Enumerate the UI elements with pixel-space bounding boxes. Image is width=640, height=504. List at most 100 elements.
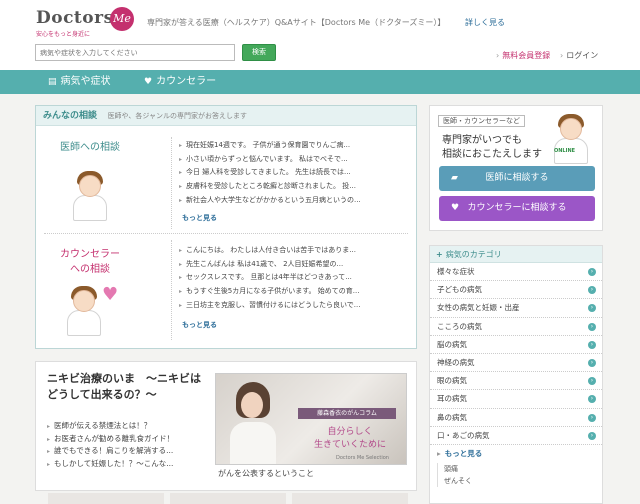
article-link[interactable]: お医者さんが勧める離乳食ガイド！	[47, 433, 174, 446]
question-link[interactable]: 三日坊主を克服し、習慣付けるにはどうしたら良いで...	[179, 299, 409, 313]
chevron-right-icon: ›	[588, 377, 596, 386]
chevron-right-icon: ›	[588, 431, 596, 440]
banner-caption-link[interactable]: がんを公表するということ	[218, 468, 314, 479]
doctor-question-list: 現在妊娠14週です。 子供が通う保育園でりんご病... 小さい頃からずっと悩んで…	[179, 139, 409, 207]
counselor-label-line2: への相談	[70, 264, 110, 275]
article-link[interactable]: もしかして妊娠した！？～こんな...	[47, 458, 174, 471]
question-link[interactable]: 今日 婦人科を受診してきました。 先生は読長では...	[179, 166, 409, 180]
counselor-consultation-link[interactable]: カウンセラー への相談	[42, 247, 138, 277]
category-label: 様々な症状	[437, 267, 475, 276]
question-link[interactable]: こんにちは。 わたしは人付き合いは苦手ではありま...	[179, 244, 409, 258]
site-header: Doctors Me 安心をもっと身近に 専門家が答える医療（ヘルスケア）Q&A…	[0, 0, 640, 70]
counselor-illustration: ♥	[64, 282, 124, 340]
categories-header: + 病気のカテゴリ	[430, 246, 602, 263]
free-register-link[interactable]: 無料会員登録	[496, 50, 550, 61]
category-item[interactable]: 眼の病気 ›	[430, 372, 602, 391]
column-banner[interactable]: 藤森香衣のがんコラム 自分らしく 生きていくために Doctors Me Sel…	[215, 373, 407, 465]
category-label: 脳の病気	[437, 339, 467, 349]
category-label: 耳の病気	[437, 394, 467, 404]
promo-tag: 医師・カウンセラーなど	[438, 115, 525, 127]
logo-badge: Me	[110, 7, 134, 31]
category-item[interactable]: 鼻の病気 ›	[430, 409, 602, 427]
nav-item-diseases[interactable]: ▤ 病気や症状	[48, 70, 111, 94]
question-link[interactable]: 小さい頃からずっと悩んでいます。 私はでべそで...	[179, 153, 409, 167]
panel-subtitle: 医師や、各ジャンルの専門家がお答えします	[107, 112, 248, 120]
category-item[interactable]: 耳の病気 ›	[430, 390, 602, 409]
nav-item-label: 病気や症状	[60, 76, 111, 87]
logo-text: Doctors	[36, 8, 114, 28]
question-link[interactable]: 新社会人や大学生などがかかるという五月病というの...	[179, 194, 409, 208]
doctor-see-more-link[interactable]: もっと見る	[182, 213, 217, 223]
question-link[interactable]: 皮膚科を受診したところ乾癬と診断されました。 投...	[179, 180, 409, 194]
category-item[interactable]: 様々な症状 ›	[430, 263, 602, 282]
category-label: 眼の病気	[437, 376, 467, 386]
consult-counselor-button[interactable]: ♥ カウンセラーに相談する	[439, 196, 595, 221]
question-link[interactable]: セックスレスです。 旦那とは4年半ほどつきあって...	[179, 271, 409, 285]
categories-see-more-link[interactable]: もっと見る	[430, 445, 602, 463]
site-description: 専門家が答える医療（ヘルスケア）Q&Aサイト【Doctors Me（ドクターズミ…	[147, 18, 446, 27]
banner-copy: 自分らしく 生きていくために	[302, 426, 398, 452]
article-link[interactable]: 誰でもできる！肩こりを解消する...	[47, 445, 174, 458]
article-link[interactable]: 医師が伝える禁煙法とは！？	[47, 420, 174, 433]
chevron-right-icon: ›	[588, 322, 596, 331]
consult-counselor-label: カウンセラーに相談する	[467, 203, 567, 213]
category-label: こころの病気	[437, 321, 482, 331]
online-badge: ONLINE	[554, 148, 576, 154]
question-link[interactable]: 現在妊娠14週です。 子供が通う保育園でりんご病...	[179, 139, 409, 153]
doctor-consultation-link[interactable]: 医師への相談	[42, 140, 138, 155]
category-item[interactable]: こころの病気 ›	[430, 318, 602, 336]
search-input[interactable]	[35, 44, 235, 61]
counselor-label-line1: カウンセラー	[60, 249, 120, 260]
banner-signature: Doctors Me Selection	[336, 455, 389, 461]
chevron-right-icon: ›	[588, 413, 596, 422]
consultation-promo: 医師・カウンセラーなど 専門家がいつでも 相談におこたえします ONLINE ▰…	[429, 105, 603, 231]
subcategory-link[interactable]: ぜんそく	[444, 475, 602, 487]
featured-articles-panel: ニキビ治療のいま ～ニキビはどうして出来るの？～ 医師が伝える禁煙法とは！？ お…	[35, 361, 417, 491]
article-link-list: 医師が伝える禁煙法とは！？ お医者さんが勧める離乳食ガイド！ 誰でもできる！肩こ…	[47, 420, 174, 470]
consult-doctor-label: 医師に相談する	[485, 173, 549, 183]
featured-article-title[interactable]: ニキビ治療のいま ～ニキビはどうして出来るの？～	[47, 371, 207, 403]
heart-icon: ♥	[451, 203, 460, 213]
nav-item-counselors[interactable]: ♥ カウンセラー	[144, 70, 216, 94]
article-thumbnail[interactable]	[292, 493, 408, 504]
category-item[interactable]: 女性の病気と妊娠・出産 ›	[430, 299, 602, 318]
search-button[interactable]: 検索	[242, 44, 276, 61]
chevron-right-icon: ›	[588, 395, 596, 404]
divider	[171, 137, 172, 229]
main-nav: ▤ 病気や症状 ♥ カウンセラー	[0, 70, 640, 94]
chevron-right-icon: ›	[588, 286, 596, 295]
category-label: 神経の病気	[437, 357, 475, 367]
category-item[interactable]: 子どもの病気 ›	[430, 281, 602, 300]
subcategory-link[interactable]: 頭痛	[444, 463, 602, 475]
category-label: 女性の病気と妊娠・出産	[437, 303, 520, 313]
chevron-right-icon: ›	[588, 304, 596, 313]
heart-icon: ♥	[144, 77, 153, 87]
banner-tag: 藤森香衣のがんコラム	[298, 408, 396, 419]
list-icon: ▤	[48, 77, 57, 87]
doctor-illustration	[548, 112, 594, 166]
login-link[interactable]: ログイン	[560, 50, 598, 61]
consult-doctor-button[interactable]: ▰ 医師に相談する	[439, 166, 595, 191]
counselor-consultation-section: カウンセラー への相談 ♥ こんにちは。 わたしは人付き合いは苦手ではありま..…	[36, 234, 416, 348]
briefcase-icon: ▰	[451, 173, 458, 183]
divider	[171, 240, 172, 340]
category-item[interactable]: 神経の病気 ›	[430, 354, 602, 373]
chevron-right-icon: ›	[588, 358, 596, 367]
site-logo[interactable]: Doctors Me 安心をもっと身近に	[36, 7, 134, 38]
category-item[interactable]: 口・あごの病気 ›	[430, 427, 602, 445]
doctor-consultation-section: 医師への相談 現在妊娠14週です。 子供が通う保育園でりんご病... 小さい頃か…	[36, 127, 416, 233]
community-consultations-panel: みんなの相談 医師や、各ジャンルの専門家がお答えします 医師への相談 現在妊娠1…	[35, 105, 417, 349]
more-details-link[interactable]: 詳しく見る	[465, 17, 505, 28]
counselor-see-more-link[interactable]: もっと見る	[182, 320, 217, 330]
category-label: 鼻の病気	[437, 412, 467, 422]
category-label: 口・あごの病気	[437, 430, 490, 440]
categories-title: 病気のカテゴリ	[445, 250, 502, 259]
category-item[interactable]: 脳の病気 ›	[430, 336, 602, 354]
logo-tagline: 安心をもっと身近に	[36, 31, 91, 38]
promo-headline-line1: 専門家がいつでも	[442, 135, 522, 146]
question-link[interactable]: もうすぐ生後5カ月になる子供がいます。 始めての育...	[179, 285, 409, 299]
disease-categories-panel: + 病気のカテゴリ 様々な症状 › 子どもの病気 › 女性の病気と妊娠・出産 › こころ…	[429, 245, 603, 504]
question-link[interactable]: 先生こんばんは 私は41歳で、 2人目妊娠希望の...	[179, 258, 409, 272]
article-thumbnail[interactable]	[170, 493, 286, 504]
article-thumbnail[interactable]	[48, 493, 164, 504]
